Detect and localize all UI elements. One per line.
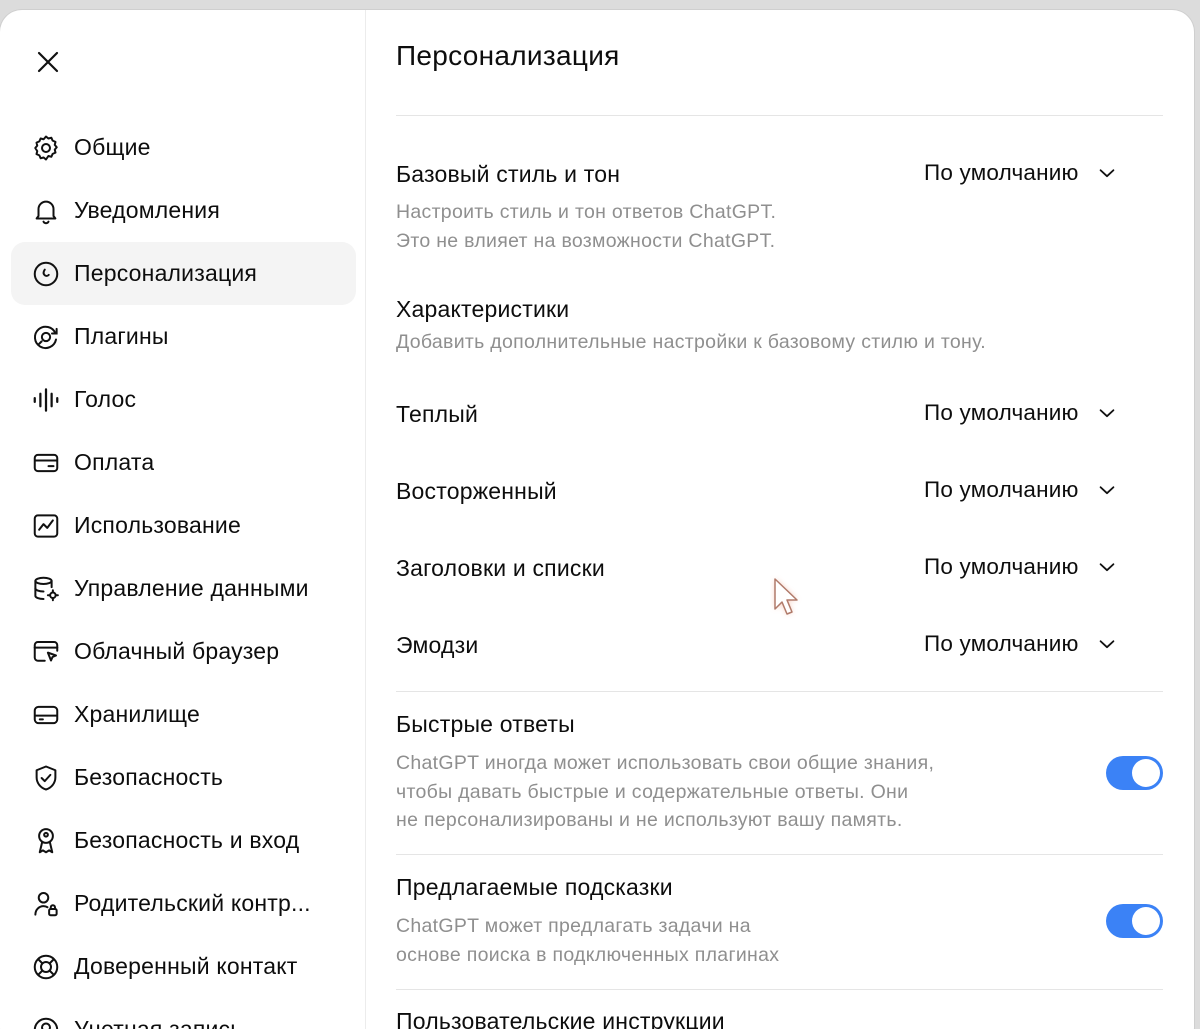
settings-content: Персонализация Базовый стиль и тон По ум… <box>396 10 1163 1029</box>
description-line: ChatGPT может предлагать задачи на <box>396 915 751 937</box>
mouse-pointer-icon <box>770 575 806 628</box>
base-style-dropdown[interactable]: По умолчанию <box>924 160 1118 186</box>
headers-lists-dropdown[interactable]: По умолчанию <box>924 554 1118 580</box>
sidebar-item-label: Плагины <box>74 323 169 349</box>
suggestions-description: ChatGPT может предлагать задачи на основ… <box>396 912 779 969</box>
enthusiastic-title: Восторженный <box>396 478 557 504</box>
section-divider <box>396 989 1163 990</box>
sidebar-item-label: Доверенный контакт <box>74 953 298 979</box>
close-button[interactable] <box>30 48 66 80</box>
sidebar-item-personalization[interactable]: Персонализация <box>11 242 356 305</box>
sidebar-item-label: Общие <box>74 134 151 160</box>
page-title: Персонализация <box>396 40 620 71</box>
key-icon <box>31 826 61 856</box>
sidebar-item-trusted-contact[interactable]: Доверенный контакт <box>11 935 356 998</box>
account-icon <box>31 1015 61 1029</box>
sidebar-item-plugins[interactable]: Плагины <box>11 305 356 368</box>
description-line: Это не влияет на возможности ChatGPT. <box>396 229 776 252</box>
sidebar-item-notifications[interactable]: Уведомления <box>11 179 356 242</box>
description-line: не персонализированы и не используют ваш… <box>396 809 903 831</box>
chevron-down-icon <box>1096 402 1118 424</box>
base-style-description: Настроить стиль и тон ответов ChatGPT. Э… <box>396 198 776 255</box>
sidebar-item-label: Учетная запись <box>74 1016 243 1029</box>
settings-nav: Общие Уведомления Персонализация Плагины <box>11 116 356 1029</box>
sidebar-item-general[interactable]: Общие <box>11 116 356 179</box>
dropdown-value: По умолчанию <box>924 160 1079 185</box>
sidebar-item-parental-controls[interactable]: Родительский контр... <box>11 872 356 935</box>
quick-answers-description: ChatGPT иногда может использовать свои о… <box>396 749 934 835</box>
sidebar-item-data-controls[interactable]: Управление данными <box>11 557 356 620</box>
dropdown-value: По умолчанию <box>924 554 1079 579</box>
storage-icon <box>31 700 61 730</box>
sidebar-item-payment[interactable]: Оплата <box>11 431 356 494</box>
plugins-icon <box>31 322 61 352</box>
description-line: Настроить стиль и тон ответов ChatGPT. <box>396 201 777 223</box>
chevron-down-icon <box>1096 633 1118 655</box>
personalization-icon <box>31 259 61 289</box>
settings-dialog: Общие Уведомления Персонализация Плагины <box>0 10 1194 1029</box>
sidebar-item-label: Родительский контр... <box>74 890 311 916</box>
section-divider <box>396 691 1163 692</box>
warm-dropdown[interactable]: По умолчанию <box>924 400 1118 426</box>
description-line: основе поиска в подключенных плагинах <box>396 943 780 966</box>
description-line: чтобы давать быстрые и содержательные от… <box>396 780 909 803</box>
sidebar-item-label: Использование <box>74 512 241 538</box>
characteristics-description: Добавить дополнительные настройки к базо… <box>396 331 986 353</box>
description-line: ChatGPT иногда может использовать свои о… <box>396 752 935 774</box>
emoji-title: Эмодзи <box>396 632 479 658</box>
database-gear-icon <box>31 574 61 604</box>
chevron-down-icon <box>1096 479 1118 501</box>
sidebar-item-label: Безопасность <box>74 764 224 790</box>
quick-answers-toggle[interactable] <box>1106 756 1163 790</box>
section-divider <box>396 854 1163 855</box>
voice-waveform-icon <box>31 385 61 415</box>
sidebar-item-security-login[interactable]: Безопасность и вход <box>11 809 356 872</box>
title-divider <box>396 115 1163 116</box>
quick-answers-title: Быстрые ответы <box>396 711 575 737</box>
dropdown-value: По умолчанию <box>924 477 1079 502</box>
sidebar-item-label: Голос <box>74 386 137 412</box>
settings-sidebar: Общие Уведомления Персонализация Плагины <box>0 10 366 1029</box>
shield-check-icon <box>31 763 61 793</box>
sidebar-item-voice[interactable]: Голос <box>11 368 356 431</box>
dropdown-value: По умолчанию <box>924 631 1079 656</box>
toggle-knob <box>1132 759 1160 787</box>
toggle-knob <box>1132 907 1160 935</box>
warm-title: Теплый <box>396 401 479 427</box>
suggestions-title: Предлагаемые подсказки <box>396 874 673 900</box>
sidebar-item-usage[interactable]: Использование <box>11 494 356 557</box>
sidebar-item-security[interactable]: Безопасность <box>11 746 356 809</box>
sidebar-item-label: Уведомления <box>74 197 221 223</box>
custom-instructions-title[interactable]: Пользовательские инструкции <box>396 1008 725 1029</box>
emoji-dropdown[interactable]: По умолчанию <box>924 631 1118 657</box>
characteristics-title: Характеристики <box>396 296 570 322</box>
sidebar-item-label: Персонализация <box>74 260 258 286</box>
sidebar-item-label: Безопасность и вход <box>74 827 300 853</box>
credit-card-icon <box>31 448 61 478</box>
close-icon <box>36 50 60 79</box>
parent-user-icon <box>31 889 61 919</box>
sidebar-item-label: Управление данными <box>74 575 309 601</box>
bell-icon <box>31 196 61 226</box>
cloud-browser-icon <box>31 637 61 667</box>
sidebar-item-label: Оплата <box>74 449 155 475</box>
sidebar-item-account[interactable]: Учетная запись <box>11 998 356 1029</box>
sidebar-item-cloud-browser[interactable]: Облачный браузер <box>11 620 356 683</box>
chevron-down-icon <box>1096 556 1118 578</box>
gear-icon <box>31 133 61 163</box>
sidebar-item-label: Хранилище <box>74 701 200 727</box>
usage-chart-icon <box>31 511 61 541</box>
sidebar-item-label: Облачный браузер <box>74 638 280 664</box>
suggestions-toggle[interactable] <box>1106 904 1163 938</box>
chevron-down-icon <box>1096 162 1118 184</box>
dropdown-value: По умолчанию <box>924 400 1079 425</box>
headers-lists-title: Заголовки и списки <box>396 555 605 581</box>
enthusiastic-dropdown[interactable]: По умолчанию <box>924 477 1118 503</box>
lifebuoy-icon <box>31 952 61 982</box>
sidebar-item-storage[interactable]: Хранилище <box>11 683 356 746</box>
base-style-title: Базовый стиль и тон <box>396 161 621 187</box>
